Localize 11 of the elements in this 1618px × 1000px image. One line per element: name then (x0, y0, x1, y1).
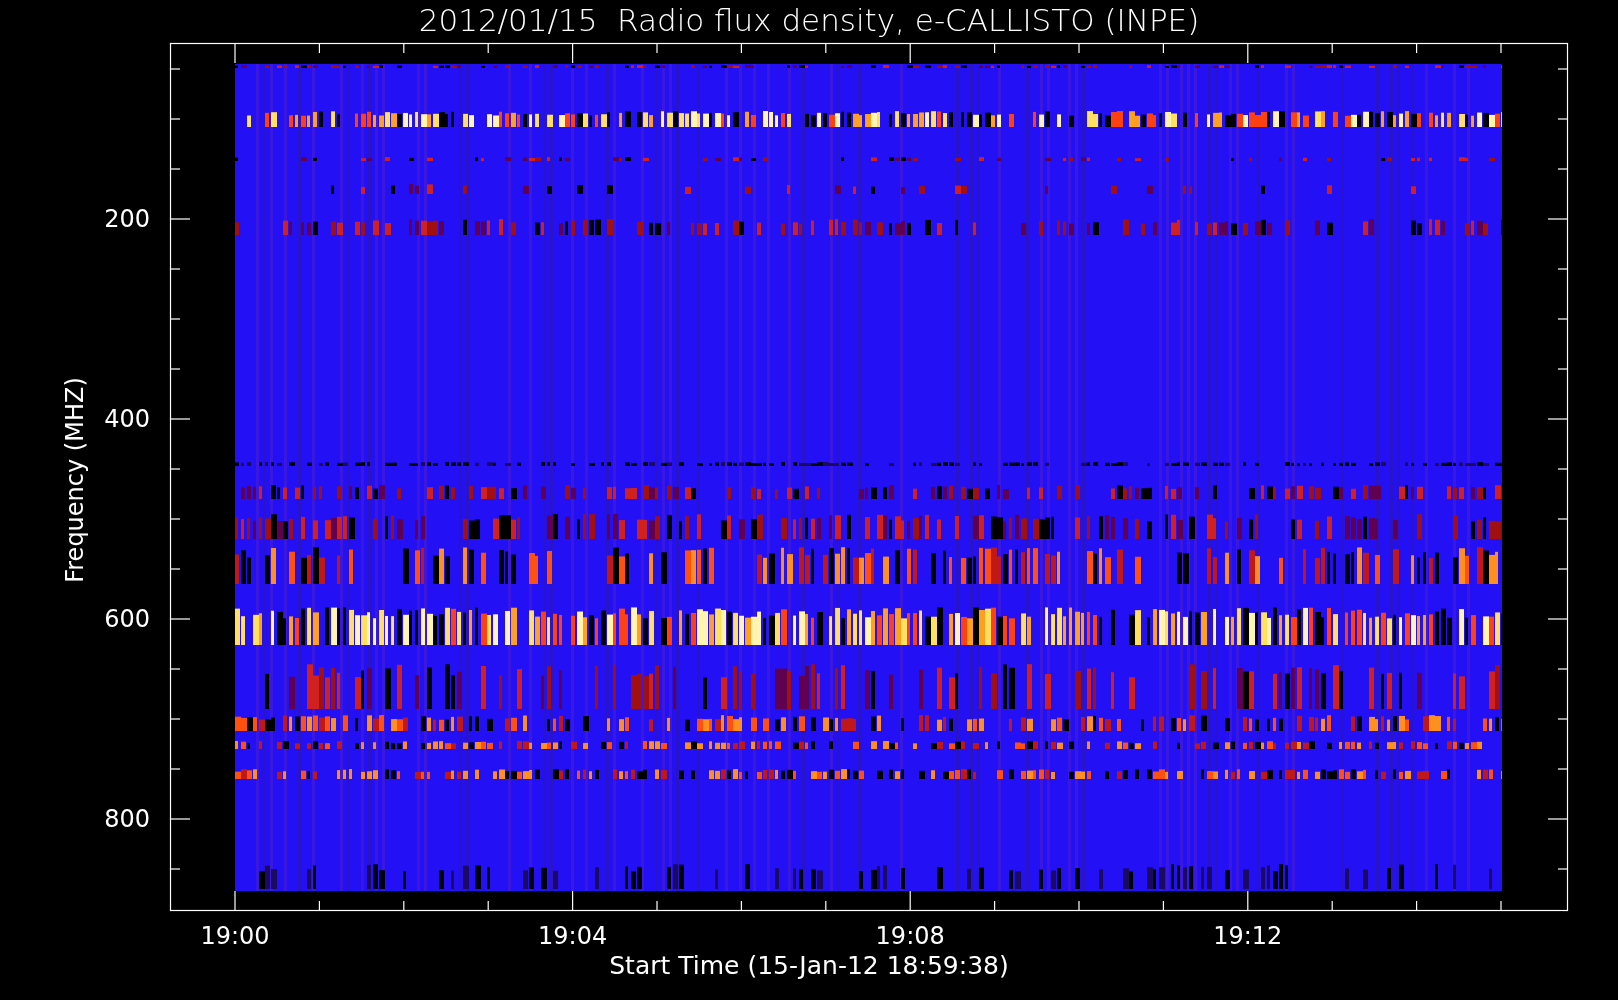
y-tick-label: 600 (104, 605, 150, 633)
y-tick-label: 400 (104, 405, 150, 433)
x-axis-label: Start Time (15-Jan-12 18:59:38) (609, 951, 1009, 980)
x-tick-label: 19:00 (200, 922, 270, 950)
chart-title: 2012/01/15 Radio flux density, e-CALLISTO (INPE) (418, 2, 1200, 38)
y-tick-label: 200 (104, 205, 150, 233)
y-tick-label: 800 (104, 805, 150, 833)
x-tick-label: 19:08 (875, 922, 945, 950)
x-tick-label: 19:12 (1213, 922, 1283, 950)
x-tick-label: 19:04 (538, 922, 608, 950)
y-axis-label: Frequency (MHZ) (61, 377, 89, 583)
